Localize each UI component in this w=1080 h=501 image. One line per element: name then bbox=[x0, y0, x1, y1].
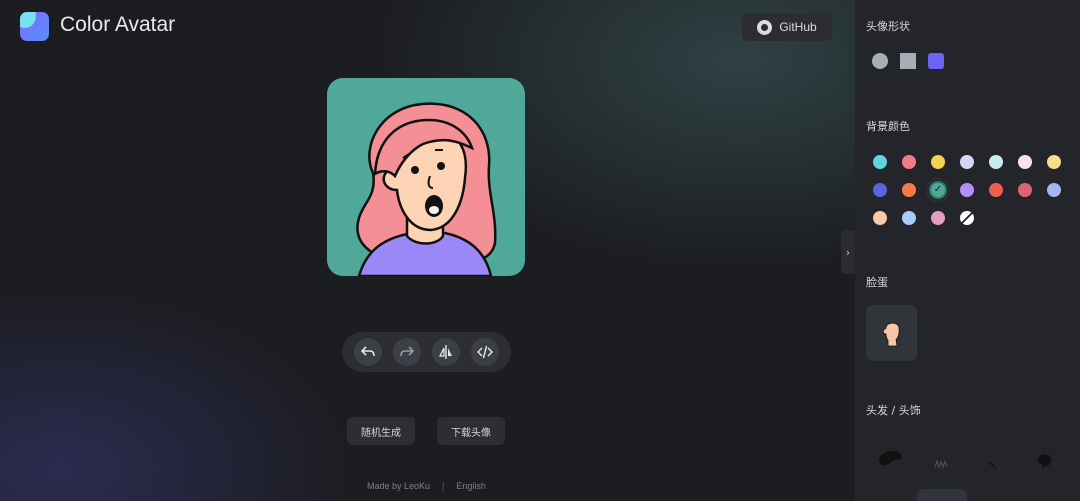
app-logo bbox=[20, 12, 49, 41]
face-thumbnail-icon bbox=[882, 322, 900, 347]
flip-button[interactable] bbox=[432, 338, 461, 366]
language-toggle[interactable]: English bbox=[456, 481, 486, 491]
background-color-swatch[interactable] bbox=[960, 183, 974, 197]
background-color-swatch[interactable] bbox=[1047, 183, 1061, 197]
background-color-swatch[interactable] bbox=[1018, 183, 1032, 197]
background-color-swatch[interactable] bbox=[1047, 155, 1061, 169]
app-title: Color Avatar bbox=[60, 13, 176, 36]
hair-option-4[interactable] bbox=[1034, 450, 1054, 474]
hair-option-1[interactable] bbox=[877, 448, 903, 472]
background-color-swatch[interactable]: ✓ bbox=[929, 181, 947, 199]
transparent-background-swatch[interactable] bbox=[960, 211, 974, 225]
redo-button[interactable] bbox=[392, 338, 421, 366]
shape-section-title: 头像形状 bbox=[866, 20, 910, 33]
background-color-swatch[interactable] bbox=[902, 183, 916, 197]
editor-action-bar bbox=[342, 332, 511, 372]
background-color-swatch[interactable] bbox=[989, 155, 1003, 169]
random-generate-button[interactable]: 随机生成 bbox=[347, 417, 415, 445]
face-section-title: 脸蛋 bbox=[866, 276, 888, 289]
hair-thumbnail-icon bbox=[988, 462, 996, 469]
github-button[interactable]: GitHub bbox=[742, 13, 832, 41]
download-avatar-button[interactable]: 下载头像 bbox=[437, 417, 505, 445]
github-icon bbox=[757, 19, 773, 35]
background-color-swatch[interactable] bbox=[873, 155, 887, 169]
redo-icon bbox=[400, 346, 415, 357]
background-color-swatch[interactable] bbox=[960, 155, 974, 169]
background-color-swatch[interactable] bbox=[873, 183, 887, 197]
settings-sidebar: 头像形状 背景颜色 ✓ 脸蛋 头发 / 头饰 bbox=[855, 0, 1080, 501]
sidebar-collapse-button[interactable]: › bbox=[841, 230, 855, 274]
made-by-link[interactable]: Made by LeoKu bbox=[367, 481, 430, 491]
code-icon bbox=[477, 345, 494, 359]
background-color-swatch[interactable] bbox=[1018, 155, 1032, 169]
shape-circle-option[interactable] bbox=[872, 53, 888, 69]
hair-thumbnail-icon bbox=[1038, 454, 1052, 468]
undo-button[interactable] bbox=[353, 338, 382, 366]
shape-square-option[interactable] bbox=[900, 53, 916, 69]
background-color-swatch[interactable] bbox=[931, 155, 945, 169]
code-button[interactable] bbox=[471, 338, 500, 366]
background-color-swatch[interactable] bbox=[931, 211, 945, 225]
footer: Made by LeoKu | English bbox=[367, 481, 486, 491]
avatar-illustration bbox=[356, 102, 497, 276]
background-section-title: 背景颜色 bbox=[866, 120, 910, 133]
chevron-right-icon: › bbox=[845, 245, 851, 259]
github-label: GitHub bbox=[779, 20, 817, 34]
face-option[interactable] bbox=[866, 305, 917, 361]
hair-thumbnail-icon bbox=[934, 459, 948, 469]
footer-separator: | bbox=[442, 481, 445, 491]
undo-icon bbox=[360, 346, 375, 357]
avatar-preview bbox=[327, 78, 525, 276]
shape-squircle-option[interactable] bbox=[928, 53, 944, 69]
hair-option-3[interactable] bbox=[988, 454, 996, 473]
hair-more-tile[interactable] bbox=[917, 489, 967, 501]
background-color-swatch[interactable] bbox=[873, 211, 887, 225]
background-color-swatch[interactable] bbox=[989, 183, 1003, 197]
hair-thumbnail-icon bbox=[879, 450, 902, 466]
background-color-swatch[interactable] bbox=[902, 211, 916, 225]
flip-icon bbox=[439, 345, 453, 359]
hair-option-2[interactable] bbox=[934, 454, 948, 473]
check-icon: ✓ bbox=[933, 184, 943, 195]
preview-stage: Color Avatar GitHub 随机生成 下载头像 Made by Le… bbox=[0, 0, 855, 501]
background-color-swatch[interactable] bbox=[902, 155, 916, 169]
hair-section-title: 头发 / 头饰 bbox=[866, 404, 921, 417]
